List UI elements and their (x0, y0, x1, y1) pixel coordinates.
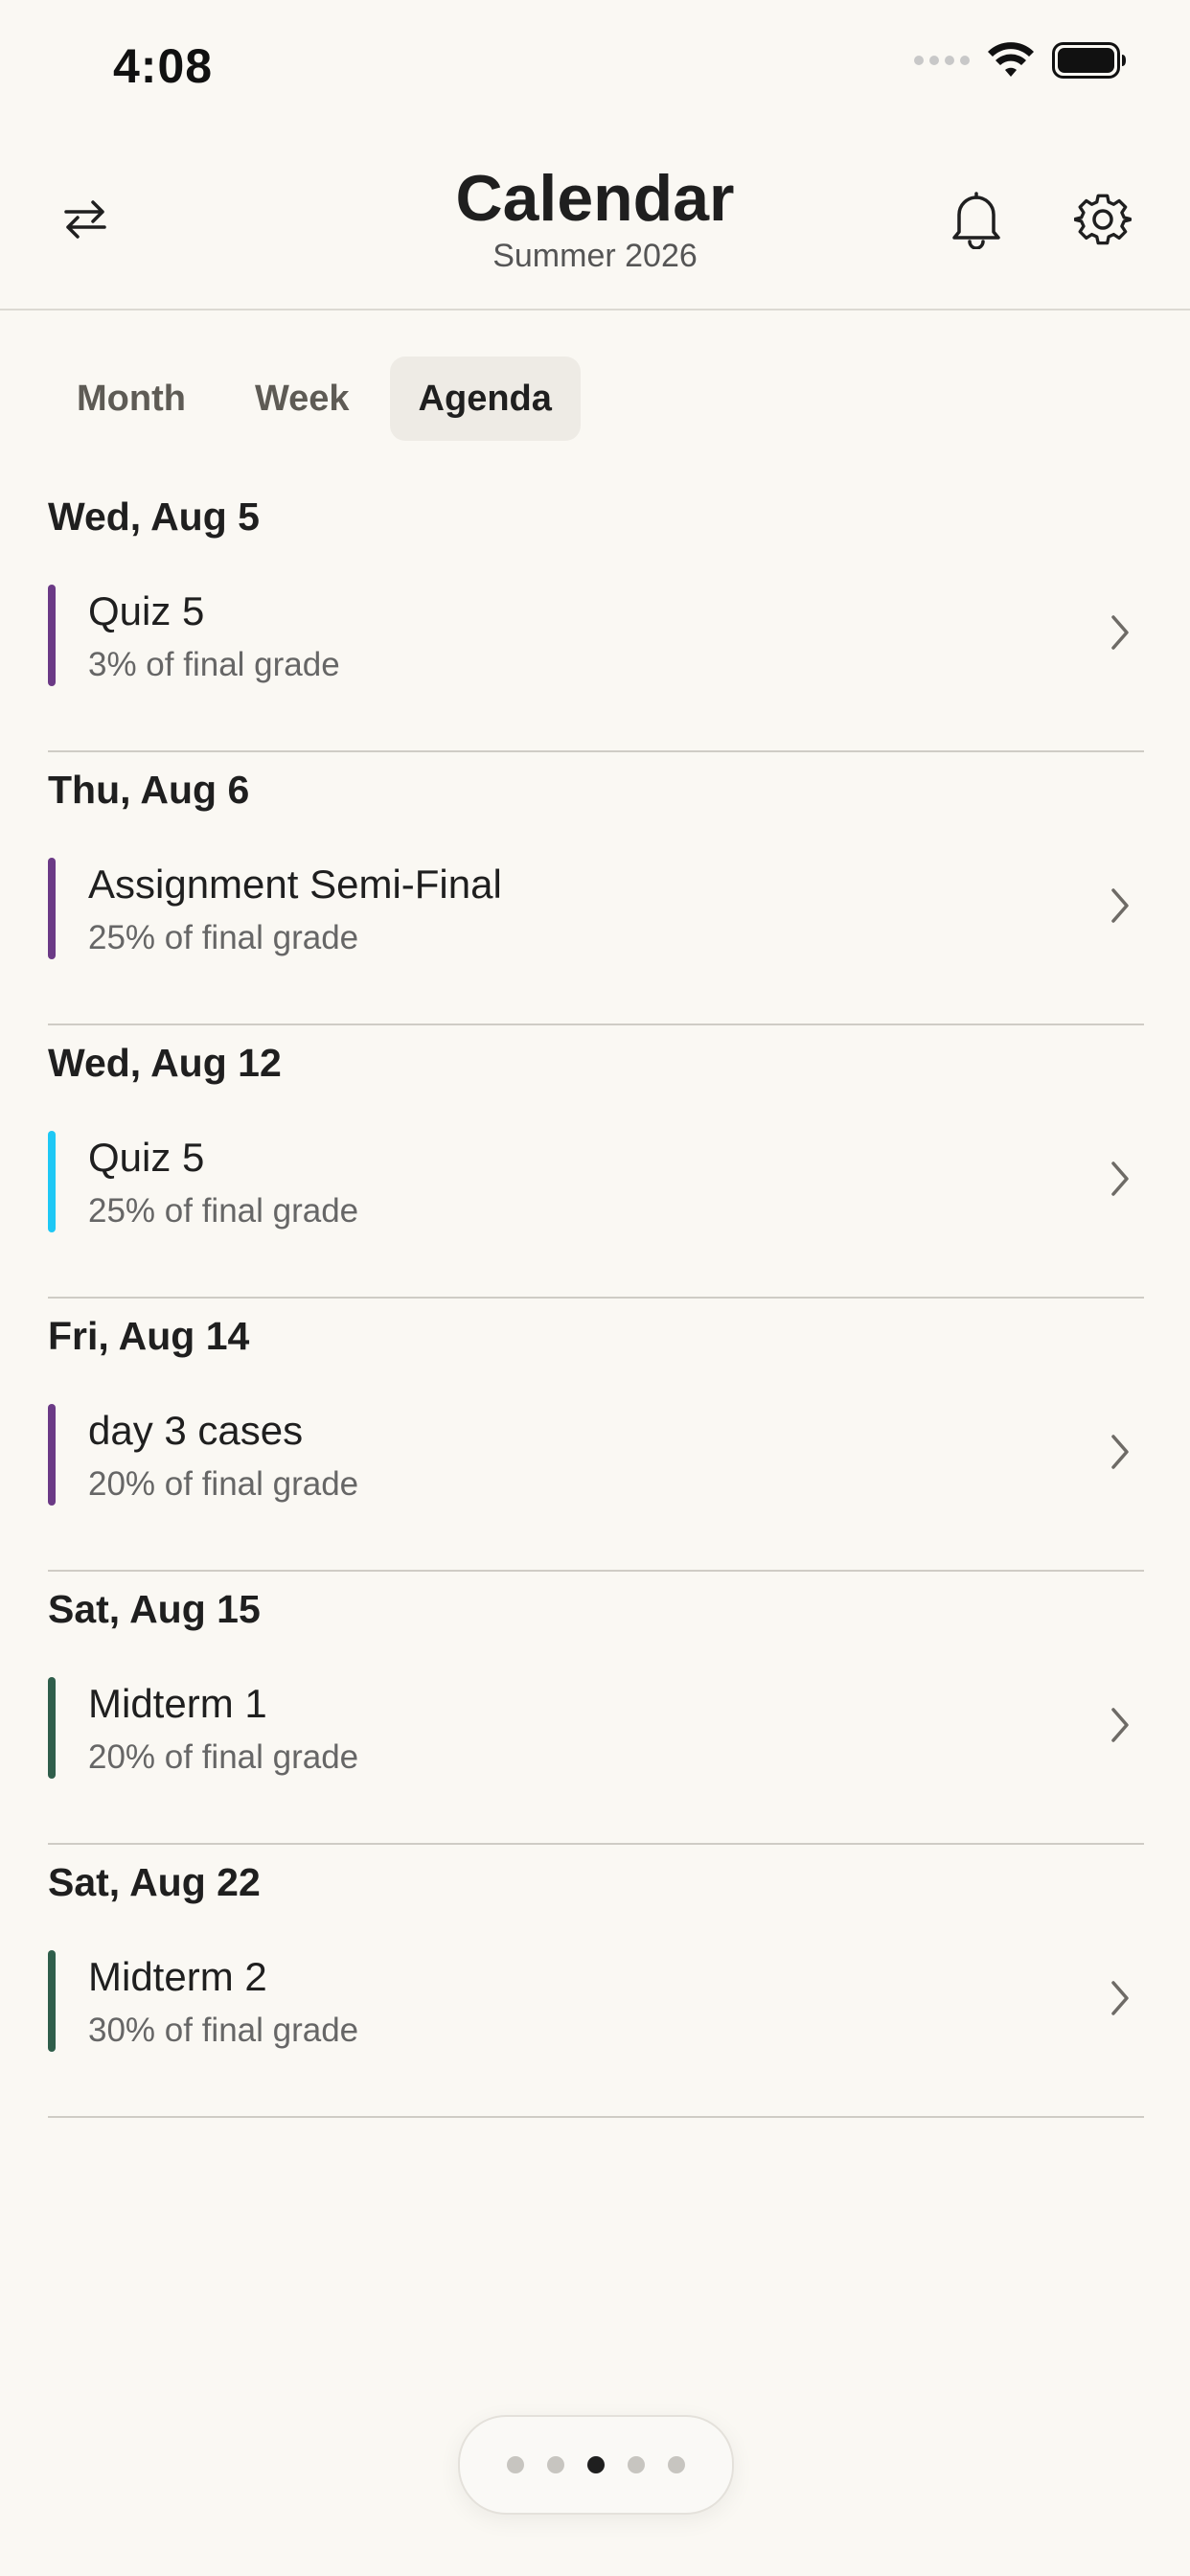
agenda-event[interactable]: Midterm 2 30% of final grade (48, 1950, 1144, 2084)
day-header: Thu, Aug 6 (48, 768, 250, 812)
chevron-right-icon (1111, 1162, 1129, 1196)
agenda-event[interactable]: Quiz 5 3% of final grade (48, 585, 1144, 719)
event-detail: 30% of final grade (88, 2012, 359, 2049)
wifi-icon (988, 42, 1034, 77)
event-color-bar (48, 1131, 56, 1232)
event-detail: 25% of final grade (88, 1192, 359, 1230)
event-title: day 3 cases (88, 1408, 304, 1453)
agenda-day: Thu, Aug 6 Assignment Semi-Final 25% of … (48, 752, 1144, 1025)
event-detail: 20% of final grade (88, 1465, 359, 1503)
agenda-day: Sat, Aug 22 Midterm 2 30% of final grade (48, 1845, 1144, 2118)
tab-month[interactable]: Month (48, 356, 215, 441)
page-dot[interactable] (628, 2456, 645, 2473)
view-switcher: Month Week Agenda (48, 356, 592, 441)
page-dot[interactable] (668, 2456, 685, 2473)
day-header: Wed, Aug 12 (48, 1041, 282, 1085)
battery-icon (1052, 42, 1126, 79)
event-color-bar (48, 585, 56, 686)
header: Calendar Summer 2026 (0, 134, 1190, 310)
chevron-right-icon (1111, 1708, 1129, 1742)
page-indicator[interactable] (458, 2415, 734, 2515)
agenda-day: Fri, Aug 14 day 3 cases 20% of final gra… (48, 1299, 1144, 1572)
agenda-event[interactable]: Quiz 5 25% of final grade (48, 1131, 1144, 1265)
settings-button[interactable] (1060, 176, 1146, 263)
tab-week[interactable]: Week (226, 356, 378, 441)
divider (48, 2116, 1144, 2118)
event-title: Quiz 5 (88, 1135, 205, 1180)
chevron-right-icon (1111, 1981, 1129, 2015)
gear-icon (1074, 194, 1132, 245)
agenda-event[interactable]: day 3 cases 20% of final grade (48, 1404, 1144, 1538)
day-header: Sat, Aug 22 (48, 1860, 261, 1904)
event-title: Assignment Semi-Final (88, 862, 502, 907)
event-title: Quiz 5 (88, 588, 205, 633)
cellular-signal-icon (914, 56, 970, 65)
bell-icon (952, 192, 1000, 249)
event-title: Midterm 1 (88, 1681, 267, 1726)
tab-agenda[interactable]: Agenda (389, 356, 581, 441)
event-color-bar (48, 1404, 56, 1506)
page-dot[interactable] (507, 2456, 524, 2473)
event-color-bar (48, 1677, 56, 1779)
day-header: Fri, Aug 14 (48, 1314, 250, 1358)
event-title: Midterm 2 (88, 1954, 267, 1999)
event-detail: 25% of final grade (88, 919, 359, 956)
page-dot[interactable] (547, 2456, 564, 2473)
agenda-day: Wed, Aug 12 Quiz 5 25% of final grade (48, 1025, 1144, 1299)
notifications-button[interactable] (933, 176, 1019, 263)
status-bar: 4:08 (0, 0, 1190, 134)
event-color-bar (48, 858, 56, 959)
chevron-right-icon (1111, 1435, 1129, 1469)
event-detail: 20% of final grade (88, 1738, 359, 1776)
agenda-list: Wed, Aug 5 Quiz 5 3% of final grade Thu,… (48, 479, 1144, 2118)
chevron-right-icon (1111, 615, 1129, 650)
day-header: Wed, Aug 5 (48, 494, 260, 539)
event-detail: 3% of final grade (88, 646, 340, 683)
agenda-event[interactable]: Midterm 1 20% of final grade (48, 1677, 1144, 1811)
status-icons (914, 42, 1127, 79)
page-dot[interactable] (587, 2456, 605, 2473)
agenda-day: Sat, Aug 15 Midterm 1 20% of final grade (48, 1572, 1144, 1845)
event-color-bar (48, 1950, 56, 2052)
chevron-right-icon (1111, 888, 1129, 923)
day-header: Sat, Aug 15 (48, 1587, 261, 1631)
agenda-day: Wed, Aug 5 Quiz 5 3% of final grade (48, 479, 1144, 752)
status-time: 4:08 (113, 39, 214, 93)
agenda-event[interactable]: Assignment Semi-Final 25% of final grade (48, 858, 1144, 992)
